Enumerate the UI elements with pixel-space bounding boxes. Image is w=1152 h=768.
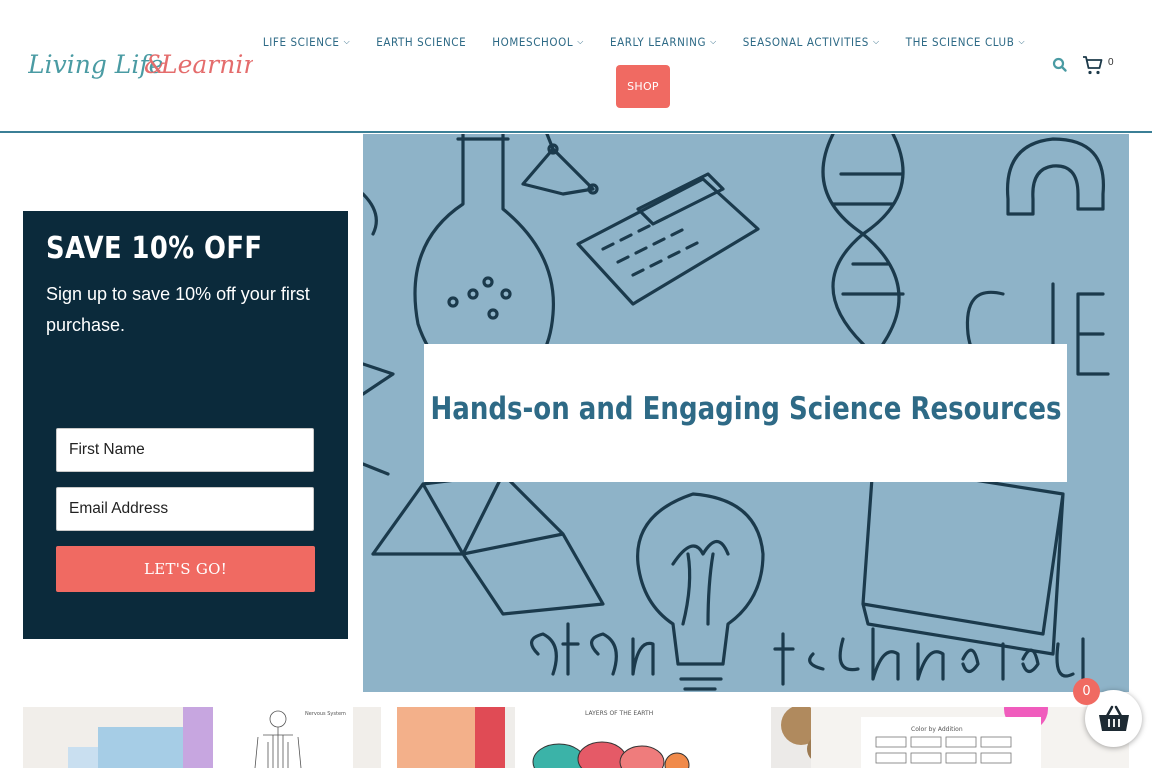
chevron-down-icon: ⌵	[872, 37, 880, 46]
nav-label: HOMESCHOOL	[492, 35, 574, 49]
hero-banner: Hands-on and Engaging Science Resources	[363, 134, 1129, 692]
product-thumbnail[interactable]: Color by Addition	[771, 707, 1129, 768]
signup-box: SAVE 10% OFF Sign up to save 10% off you…	[23, 211, 348, 639]
thumbnail-caption: Color by Addition	[911, 726, 963, 733]
nav-science-club[interactable]: THE SCIENCE CLUB ⌵	[893, 30, 1038, 54]
basket-icon	[1098, 705, 1129, 731]
nervous-system-preview: Nervous System	[68, 707, 353, 768]
email-field[interactable]: Email Address	[56, 487, 314, 531]
site-logo[interactable]: Living Life & Learning	[28, 40, 253, 90]
chevron-down-icon: ⌵	[1018, 37, 1026, 46]
chevron-down-icon: ⌵	[577, 37, 584, 46]
nav-homeschool[interactable]: HOMESCHOOL ⌵	[479, 30, 597, 54]
thumbnail-caption: Nervous System	[305, 711, 346, 717]
first-name-field[interactable]: First Name	[56, 428, 314, 472]
signup-description: Sign up to save 10% off your first purch…	[46, 284, 310, 335]
cart-count: 0	[1108, 57, 1114, 68]
shop-button[interactable]: SHOP	[616, 65, 670, 108]
logo-text-part2: Learning	[160, 50, 253, 79]
main-nav: LIFE SCIENCE ⌵ EARTH SCIENCE HOMESCHOOL ⌵ …	[263, 30, 1025, 54]
chevron-down-icon: ⌵	[710, 37, 717, 46]
lets-go-button[interactable]: LET'S GO!	[56, 546, 315, 592]
product-thumbnail[interactable]: LAYERS OF THE EARTH	[397, 707, 755, 768]
thumbnail-caption: LAYERS OF THE EARTH	[585, 710, 653, 717]
nav-label: SEASONAL ACTIVITIES	[742, 35, 869, 49]
chevron-down-icon: ⌵	[343, 37, 351, 46]
nav-earth-science[interactable]: EARTH SCIENCE	[363, 30, 479, 54]
nav-seasonal-activities[interactable]: SEASONAL ACTIVITIES ⌵	[730, 30, 893, 54]
nav-label: EARLY LEARNING	[609, 35, 707, 49]
nav-label: THE SCIENCE CLUB	[905, 35, 1015, 49]
color-by-addition-preview: Color by Addition	[781, 707, 1129, 768]
earth-layers-preview: LAYERS OF THE EARTH	[397, 707, 755, 768]
site-header: Living Life & Learning LIFE SCIENCE⌵ EAR…	[0, 0, 1152, 133]
product-thumbnail[interactable]: Nervous System	[23, 707, 381, 768]
nav-early-learning[interactable]: EARLY LEARNING ⌵	[597, 30, 730, 54]
search-icon[interactable]	[1051, 56, 1069, 74]
floating-cart-count: 0	[1073, 678, 1100, 705]
cart-icon[interactable]	[1082, 54, 1104, 76]
hero-title-card: Hands-on and Engaging Science Resources	[424, 344, 1067, 482]
nav-label: LIFE SCIENCE	[262, 35, 340, 49]
hero-title: Hands-on and Engaging Science Resources	[429, 391, 1062, 427]
nav-life-science[interactable]: LIFE SCIENCE ⌵	[250, 30, 363, 54]
signup-title: SAVE 10% OFF	[46, 231, 263, 266]
nav-label: EARTH SCIENCE	[376, 35, 467, 49]
